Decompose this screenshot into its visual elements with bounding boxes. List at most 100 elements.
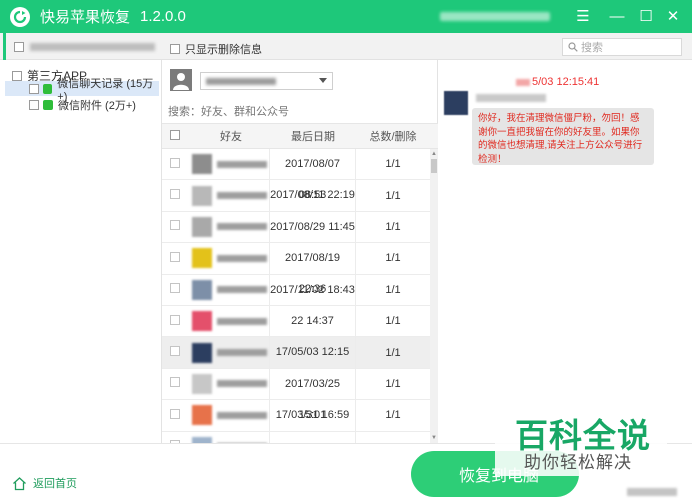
account-name-blurred [206,78,276,85]
contact-row-checkbox[interactable] [170,189,180,200]
watermark-subtitle: 助你轻松解决 [524,453,632,472]
message-bubble: 你好，我在清理微信僵尸粉，勿回！感谢你一直把我留在你的好友里。如果你的微信也想清… [472,108,654,165]
contact-name-blurred [217,192,267,200]
contact-avatar [192,185,212,206]
wechat-icon [42,83,53,94]
device-name-blurred [30,43,155,51]
toolbar: 只显示删除信息 搜索 [0,33,692,60]
column-header-friend[interactable]: 好友 [192,128,270,144]
contact-last-date: 2017/08/11 22:19 [270,180,356,211]
contact-count: 1/1 [385,252,401,265]
contact-row[interactable]: 17/05/03 12:15 1/1 [162,337,430,369]
device-indicator [3,33,6,60]
contact-row-checkbox[interactable] [170,251,180,262]
tree-item-wechat-attachments[interactable]: 微信附件 (2万+) [5,97,159,112]
contact-rows: 2017/08/07 08:53 1/1 2017/08/11 22:19 1/1 20… [162,149,430,443]
show-deleted-checkbox[interactable] [170,44,180,54]
contact-list-panel: 好友 最后日期 总数/删除 2017/08/07 08:531/12017/08… [162,60,438,443]
column-header-total-deleted[interactable]: 总数/删除 [356,128,430,144]
contact-row[interactable]: 2017/08/11 22:19 1/1 [162,180,430,212]
scroll-down-icon[interactable]: ▼ [431,435,437,441]
back-home-label: 返回首页 [33,478,77,490]
contact-row-checkbox[interactable] [170,346,180,357]
tree-item-label: 微信附件 (2万+) [58,99,136,112]
contact-avatar [192,279,212,300]
tree-item-checkbox[interactable] [29,99,39,110]
contact-count: 1/1 [385,220,401,233]
tree-item-wechat-chat[interactable]: 微信聊天记录 (15万+) [5,78,159,103]
contact-row-checkbox[interactable] [170,220,180,231]
scrollbar-thumb[interactable] [431,159,437,173]
menu-icon[interactable]: ☰ [572,6,594,26]
minimize-button[interactable]: — [606,6,628,26]
contact-count: 1/1 [385,283,401,296]
account-avatar-icon [170,69,192,91]
contact-last-date: 2017/11/02 18:43 [270,274,356,305]
contact-name-blurred [217,349,267,357]
contact-name-blurred [217,160,267,168]
contact-count: 1/1 [385,409,401,422]
contact-count: 1/1 [385,189,401,202]
contact-name-blurred [217,411,267,419]
select-all-contacts-checkbox[interactable] [170,129,180,140]
watermark-credit-blurred [627,488,677,496]
scroll-up-icon[interactable]: ▲ [431,151,437,157]
contact-last-date: 2017/08/29 11:45 [270,211,356,243]
contact-last-date: 17/03/31 16:59 [270,400,356,431]
message-time-blurred-prefix [516,79,530,86]
contact-last-date: 2017/08/19 22:36 [270,243,356,295]
contact-last-date: 17/05/03 12:15 [270,337,356,368]
contact-row[interactable]: 2017/08/19 22:36 1/1 [162,243,430,295]
contact-row-checkbox[interactable] [170,283,180,294]
account-info-blurred [440,12,550,21]
select-all-device-checkbox[interactable] [14,42,24,52]
contact-list-scrollbar[interactable]: ▲ ▼ [430,149,438,443]
tree-item-checkbox[interactable] [29,83,39,94]
contact-row[interactable] [162,431,430,443]
contact-name-blurred [217,223,267,231]
chevron-down-icon [319,78,327,83]
column-header-last-date[interactable]: 最后日期 [270,128,356,144]
contact-row-checkbox[interactable] [170,408,180,419]
contact-name-blurred [217,286,267,294]
app-version: 1.2.0.0 [140,8,186,25]
contact-count: 1/1 [385,346,401,359]
search-icon [568,42,578,52]
sender-name-blurred [476,94,546,102]
contact-row[interactable]: 2017/03/25 15:01 1/1 [162,368,430,421]
contact-count: 1/1 [385,377,401,390]
contact-row[interactable]: 17/03/31 16:59 1/1 [162,400,430,432]
contact-row[interactable]: 2017/08/07 08:53 1/1 [162,149,430,201]
contact-row[interactable]: 22 14:37 1/1 [162,305,430,338]
maximize-button[interactable]: ☐ [635,6,657,26]
contact-row[interactable]: 2017/11/02 18:43 1/1 [162,274,430,306]
contact-avatar [192,311,212,332]
contact-name-blurred [217,317,267,325]
contact-last-date: 22 14:37 [270,305,356,337]
search-input[interactable]: 搜索 [562,38,682,56]
contact-avatar [192,248,212,269]
back-home-link[interactable]: 返回首页 [12,475,77,491]
search-placeholder: 搜索 [581,42,603,54]
contact-filter-input[interactable] [168,104,428,120]
contact-row-checkbox[interactable] [170,157,180,168]
contact-last-date: 2017/08/07 08:53 [270,149,356,201]
show-deleted-toggle[interactable]: 只显示删除信息 [170,41,262,57]
contact-row[interactable]: 2017/08/29 11:45 1/1 [162,211,430,244]
account-dropdown[interactable] [200,72,333,90]
contact-avatar [192,342,212,363]
tree-root-checkbox[interactable] [12,70,22,81]
contact-row-checkbox[interactable] [170,314,180,325]
message-time: 5/03 12:15:41 [532,76,600,88]
app-logo-icon [10,6,30,27]
close-button[interactable]: ✕ [662,6,684,26]
wechat-icon [43,99,53,110]
message-pane: 5/03 12:15:41 你好，我在清理微信僵尸粉，勿回！感谢你一直把我留在你… [438,60,692,443]
contact-row-checkbox[interactable] [170,377,180,388]
contact-avatar [192,216,212,237]
app-title: 快易苹果恢复 [40,9,131,26]
contact-count: 1/1 [385,158,401,171]
category-tree: 第三方APP 微信聊天记录 (15万+) 微信附件 (2万+) [0,60,162,443]
contact-last-date: 2017/03/25 15:01 [270,368,356,421]
home-icon [13,476,26,490]
